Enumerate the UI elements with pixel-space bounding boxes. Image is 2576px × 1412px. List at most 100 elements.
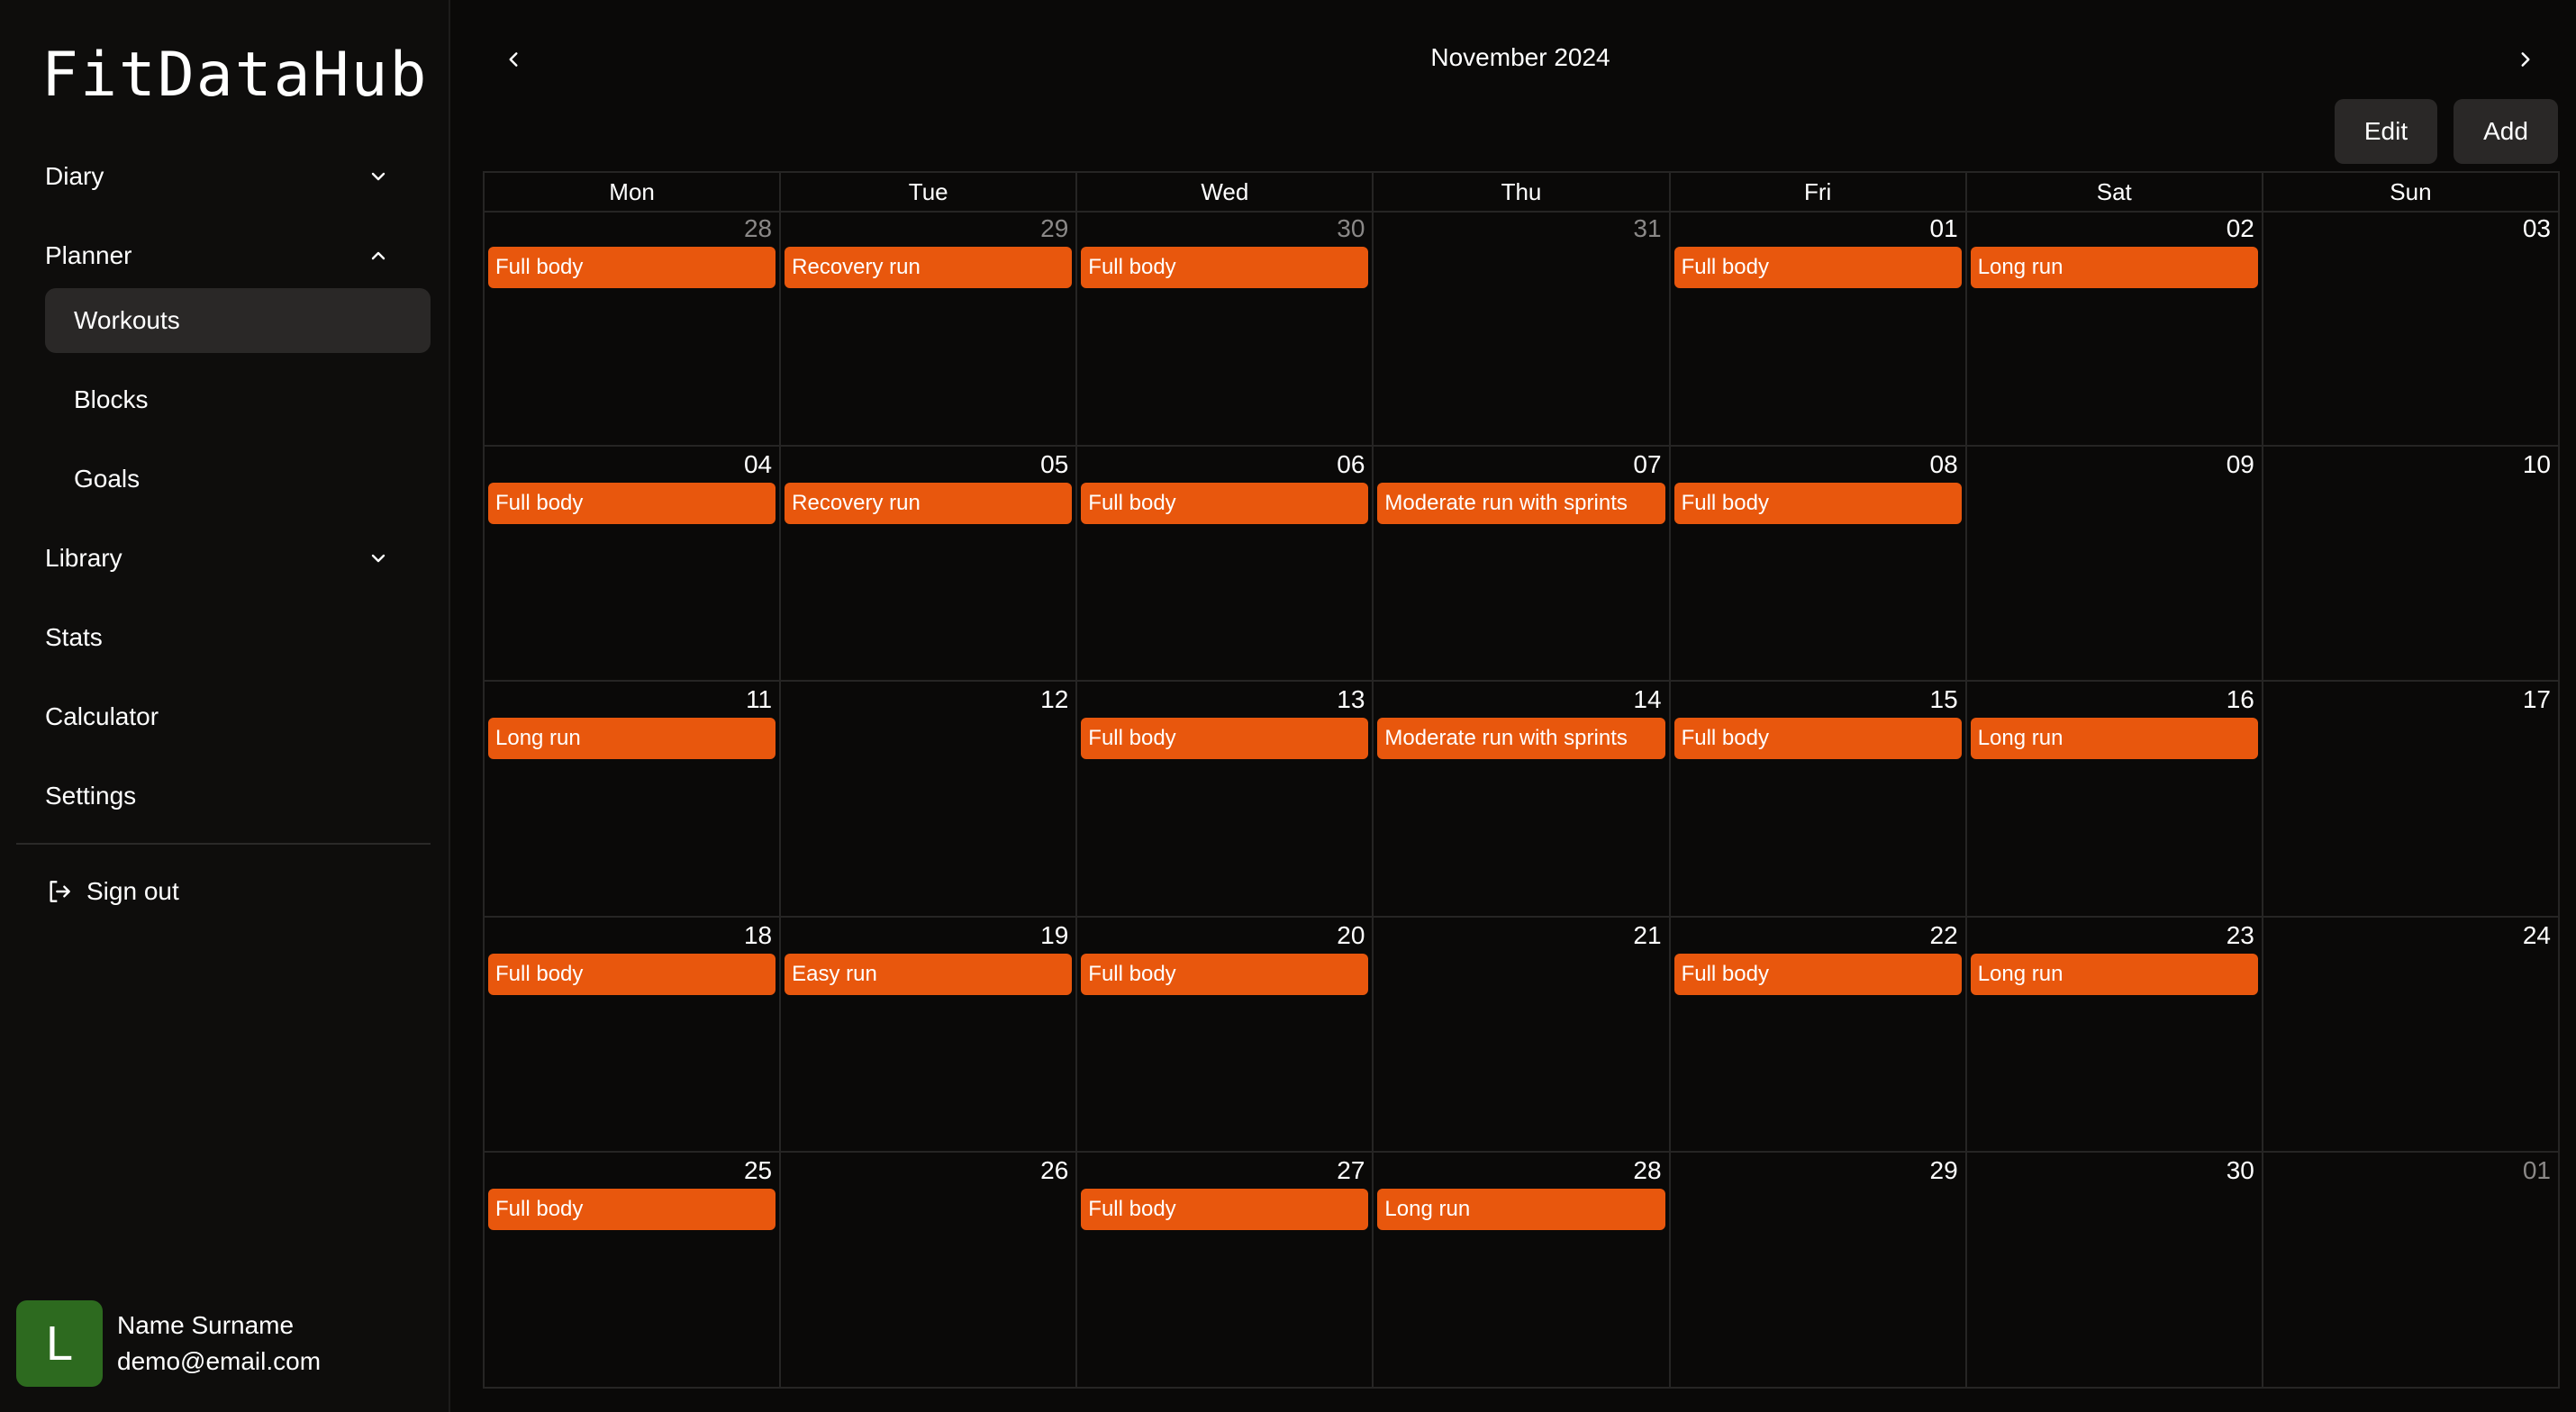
calendar-day-cell[interactable]: 16 Long run: [1967, 682, 2263, 916]
workout-event[interactable]: Full body: [1673, 482, 1962, 524]
calendar-day-cell[interactable]: 18 Full body: [485, 917, 782, 1152]
sign-out-button[interactable]: Sign out: [45, 864, 179, 919]
calendar-day-cell[interactable]: 04 Full body: [485, 446, 782, 681]
sidebar-item-planner[interactable]: Planner: [45, 227, 414, 285]
workout-event[interactable]: Easy run: [785, 953, 1073, 995]
sidebar-item-library[interactable]: Library: [45, 530, 414, 587]
calendar-day-cell[interactable]: 28 Long run: [1374, 1153, 1671, 1387]
calendar-day-cell[interactable]: 17: [2263, 682, 2558, 916]
workout-event[interactable]: Moderate run with sprints: [1377, 482, 1665, 524]
day-number: 13: [1337, 685, 1365, 714]
calendar-day-cell[interactable]: 21: [1374, 917, 1671, 1152]
day-number: 08: [1929, 449, 1958, 478]
sign-out-icon: [50, 881, 70, 902]
workout-event[interactable]: Recovery run: [785, 482, 1073, 524]
calendar-day-cell[interactable]: 09: [1967, 446, 2263, 681]
weekday-header: Mon Tue Wed Thu Fri Sat Sun: [485, 173, 2558, 213]
workout-event[interactable]: Full body: [488, 1189, 776, 1231]
edit-button[interactable]: Edit: [2335, 99, 2437, 164]
workout-event[interactable]: Full body: [488, 482, 776, 524]
calendar-day-cell[interactable]: 13 Full body: [1077, 682, 1374, 916]
sidebar: FitDataHub Diary Planner Workouts Blocks…: [0, 0, 450, 1412]
calendar-day-cell[interactable]: 27 Full body: [1077, 1153, 1374, 1387]
day-number: 24: [2522, 920, 2551, 949]
calendar-day-cell[interactable]: 15 Full body: [1671, 682, 1967, 916]
calendar-day-cell[interactable]: 24: [2263, 918, 2558, 1152]
workout-event[interactable]: Full body: [1081, 718, 1369, 760]
day-number: 28: [743, 214, 773, 242]
workout-event[interactable]: Full body: [1673, 718, 1962, 760]
workout-event[interactable]: Full body: [1673, 247, 1962, 288]
calendar-day-cell[interactable]: 01: [2263, 1153, 2558, 1387]
weekday-label: Sun: [2390, 178, 2432, 205]
day-number: 23: [2226, 920, 2254, 949]
calendar-day-cell[interactable]: 29: [1671, 1153, 1967, 1387]
day-number: 02: [2226, 214, 2254, 242]
calendar-day-cell[interactable]: 22 Full body: [1671, 917, 1967, 1152]
day-number: 29: [1040, 214, 1069, 242]
workout-event[interactable]: Full body: [1081, 953, 1369, 995]
sidebar-subitem-blocks[interactable]: Blocks: [45, 367, 431, 432]
chevron-up-icon: [371, 251, 385, 260]
workout-event[interactable]: Full body: [488, 953, 776, 995]
day-number: 21: [1633, 920, 1662, 949]
calendar-day-cell[interactable]: 05 Recovery run: [781, 446, 1078, 681]
workout-event[interactable]: Full body: [1081, 1189, 1369, 1231]
workout-event[interactable]: Moderate run with sprints: [1377, 718, 1665, 760]
calendar-weeks: 28 Full body 29 Recovery run 30 Full body 31 01…: [485, 211, 2558, 1387]
workout-event[interactable]: Long run: [488, 718, 776, 760]
workout-event[interactable]: Long run: [1970, 247, 2258, 288]
workout-event[interactable]: Full body: [1081, 247, 1369, 288]
calendar-day-cell[interactable]: 28 Full body: [485, 211, 782, 445]
calendar-day-cell[interactable]: 12: [781, 682, 1078, 916]
workout-event[interactable]: Full body: [1081, 482, 1369, 524]
sidebar-subitem-label: Workouts: [74, 306, 180, 334]
day-number: 20: [1337, 920, 1365, 949]
avatar[interactable]: L: [16, 1300, 103, 1387]
sidebar-subitem-workouts[interactable]: Workouts: [45, 288, 431, 353]
sidebar-item-settings[interactable]: Settings: [45, 767, 414, 825]
sidebar-subitem-goals[interactable]: Goals: [45, 447, 431, 511]
chevron-down-icon: [371, 172, 385, 181]
calendar-day-cell[interactable]: 30 Full body: [1077, 211, 1374, 445]
sidebar-item-diary[interactable]: Diary: [45, 148, 414, 205]
next-month-button[interactable]: [2506, 40, 2545, 79]
sidebar-subitem-label: Goals: [74, 465, 141, 493]
calendar-day-cell[interactable]: 11 Long run: [485, 682, 782, 916]
sidebar-divider: [16, 843, 431, 845]
calendar-day-cell[interactable]: 30: [1967, 1153, 2263, 1387]
calendar-day-cell[interactable]: 20 Full body: [1077, 917, 1374, 1152]
workout-event[interactable]: Long run: [1970, 718, 2258, 760]
day-number: 09: [2226, 449, 2254, 478]
calendar-day-cell[interactable]: 03: [2263, 211, 2558, 445]
workout-event[interactable]: Full body: [488, 247, 776, 288]
day-number: 06: [1337, 449, 1365, 478]
workout-event[interactable]: Full body: [1673, 953, 1962, 995]
calendar-day-cell[interactable]: 10: [2263, 447, 2558, 681]
app-logo: FitDataHub: [41, 40, 429, 111]
sidebar-item-calculator[interactable]: Calculator: [45, 688, 414, 746]
calendar-day-cell[interactable]: 02 Long run: [1967, 211, 2263, 445]
day-number: 30: [1337, 214, 1365, 242]
calendar-day-cell[interactable]: 25 Full body: [485, 1153, 782, 1387]
day-number: 05: [1040, 449, 1069, 478]
sidebar-item-label: Settings: [45, 782, 137, 810]
add-button[interactable]: Add: [2454, 99, 2558, 164]
prev-month-button[interactable]: [494, 40, 533, 79]
calendar-day-cell[interactable]: 29 Recovery run: [781, 211, 1078, 445]
calendar-day-cell[interactable]: 31: [1374, 211, 1671, 445]
calendar-day-cell[interactable]: 01 Full body: [1671, 211, 1967, 445]
calendar-day-cell[interactable]: 07 Moderate run with sprints: [1374, 446, 1671, 681]
calendar-day-cell[interactable]: 26: [781, 1153, 1078, 1387]
calendar-day-cell[interactable]: 06 Full body: [1077, 446, 1374, 681]
user-name: Name Surname: [117, 1311, 295, 1339]
workout-event[interactable]: Recovery run: [785, 247, 1073, 288]
workout-event[interactable]: Long run: [1377, 1189, 1665, 1231]
calendar-day-cell[interactable]: 23 Long run: [1967, 917, 2263, 1152]
workout-event[interactable]: Long run: [1970, 953, 2258, 995]
day-number: 27: [1337, 1156, 1365, 1185]
calendar-day-cell[interactable]: 19 Easy run: [781, 917, 1078, 1152]
calendar-day-cell[interactable]: 14 Moderate run with sprints: [1374, 682, 1671, 916]
calendar-day-cell[interactable]: 08 Full body: [1671, 446, 1967, 681]
sidebar-item-stats[interactable]: Stats: [45, 609, 414, 666]
